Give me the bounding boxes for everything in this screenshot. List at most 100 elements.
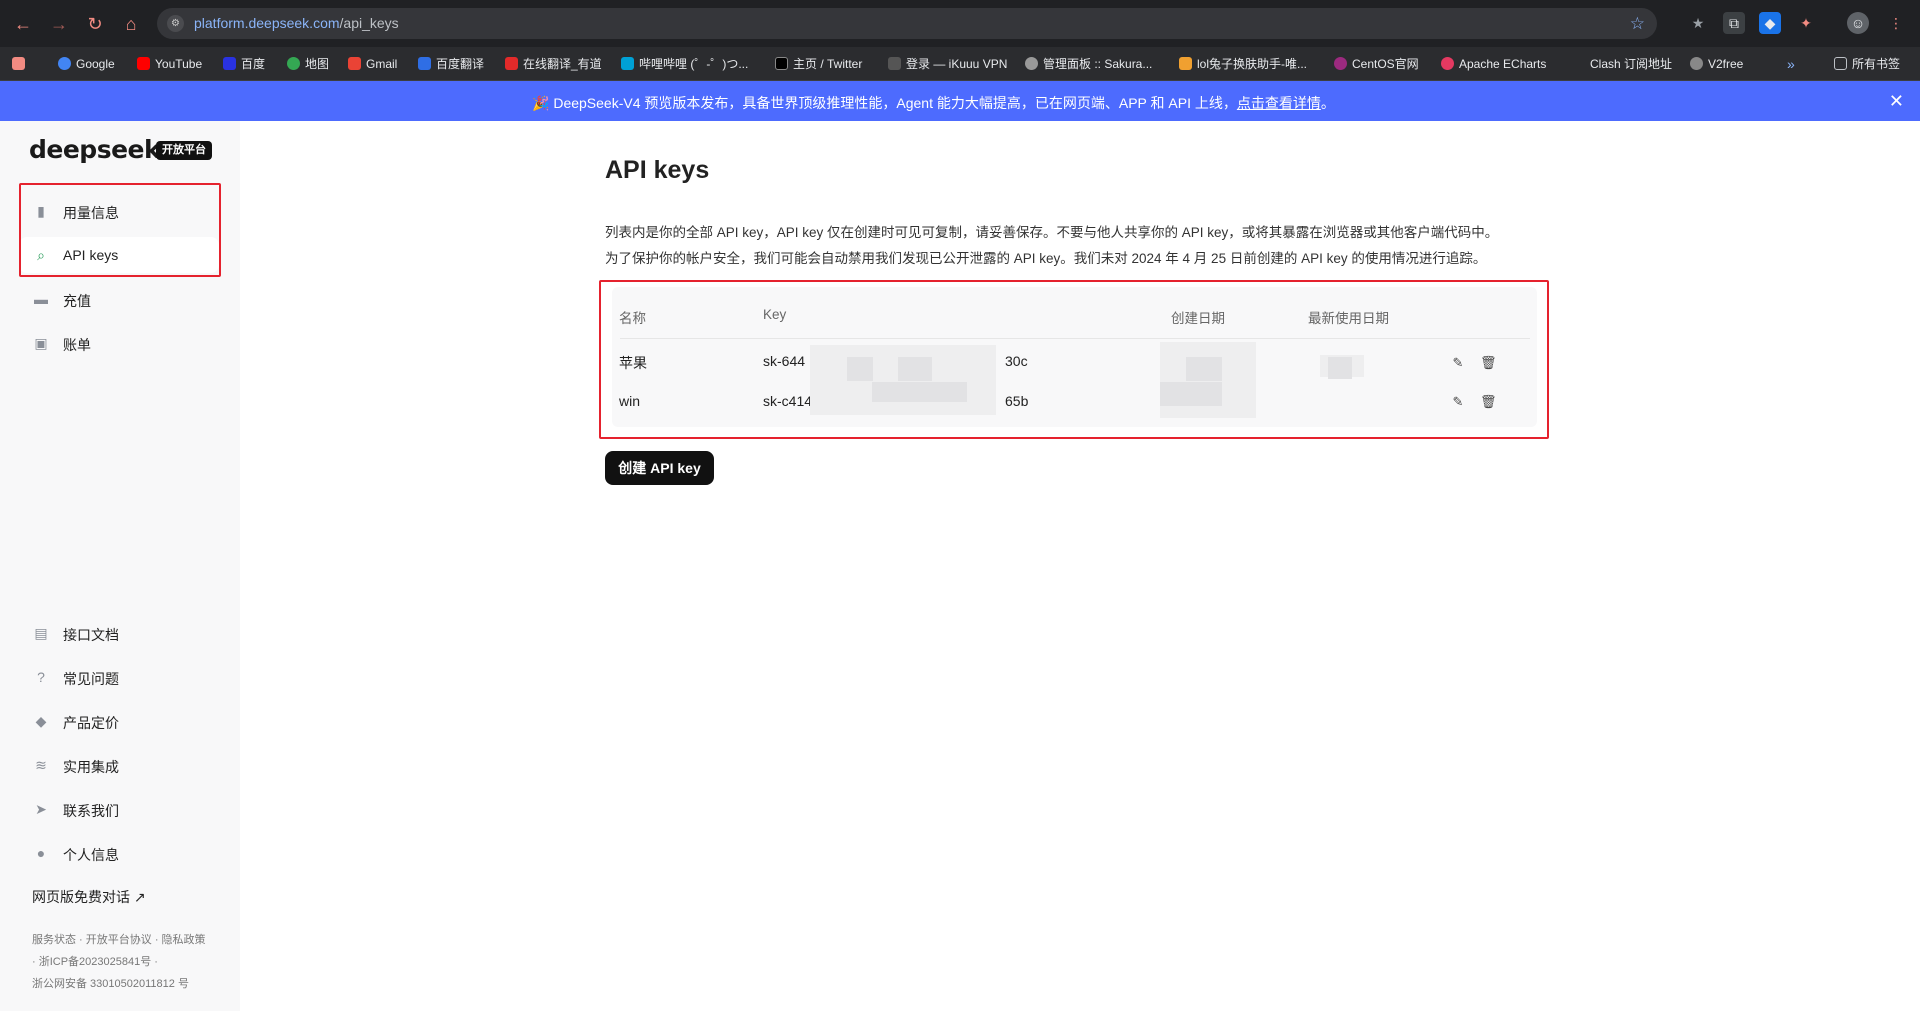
site-settings-icon[interactable]: ⚙ [167,15,184,32]
bookmark-bilibili[interactable]: 哔哩哔哩 (゜-゜)つ... [621,56,748,72]
bookmark-baidu-translate[interactable]: 百度翻译 [418,56,484,72]
announcement-banner: 🎉 DeepSeek-V4 预览版本发布，具备世界顶级推理性能，Agent 能力… [0,81,1920,121]
bookmark-label: 百度 [241,57,266,71]
user-icon: ● [36,845,46,861]
sidebar-footer: 服务状态 · 开放平台协议 · 隐私政策 · 浙ICP备2023025841号 … [32,929,227,995]
youtube-icon [137,57,150,70]
reload-icon[interactable]: ↻ [83,12,107,36]
bookmark-lol[interactable]: lol兔子换肤助手-唯... [1179,56,1307,72]
bookmark-baidu[interactable]: 百度 [223,56,265,72]
sidebar-item-faq[interactable]: ? 常见问题 [19,659,219,695]
url-text[interactable]: platform.deepseek.com/api_keys [194,15,399,31]
web-chat-link[interactable]: 网页版免费对话 ↗ [32,887,146,907]
bookmark-clash[interactable]: Clash 订阅地址 [1590,56,1672,72]
page-description: 列表内是你的全部 API key，API key 仅在创建时可见可复制，请妥善保… [605,220,1498,272]
puzzle-icon[interactable]: ✦ [1795,12,1817,34]
bookmark-sakura[interactable]: 管理面板 :: Sakura... [1025,56,1152,72]
rabbit-icon [1179,57,1192,70]
url-host: platform.deepseek.com [194,15,340,31]
create-api-key-button[interactable]: 创建 API key [605,451,714,485]
url-path: /api_keys [339,15,399,31]
vpn-icon [888,57,901,70]
sidebar-item-bill[interactable]: ▣ 账单 [19,325,219,361]
sidebar-item-pricing[interactable]: ◆ 产品定价 [19,703,219,739]
bookmark-label: 管理面板 :: Sakura... [1043,57,1153,71]
menu-icon[interactable]: ⋮ [1885,12,1907,34]
youdao-icon [505,57,518,70]
send-icon: ➤ [35,801,47,817]
sidebar-item-label: 实用集成 [63,759,119,775]
highlight-box-sidebar [19,183,221,277]
back-icon[interactable]: ← [11,12,35,36]
gmail-icon [348,57,361,70]
announcement-end: 。 [1320,95,1335,111]
all-bookmarks[interactable]: 所有书签 [1834,56,1900,72]
bookmark-label: Google [76,57,115,71]
all-bookmarks-label: 所有书签 [1852,57,1901,71]
close-icon[interactable]: ✕ [1889,91,1904,112]
bookmark-map[interactable]: 地图 [287,56,329,72]
sidebar-item-docs[interactable]: ▤ 接口文档 [19,615,219,651]
bookmark-google[interactable]: Google [58,56,115,72]
bookmark-label: 登录 — iKuuu VPN [906,57,1008,71]
bookmark-label: Apache ECharts [1459,57,1547,71]
extension-icon[interactable]: ⧉ [1723,12,1745,34]
footer-police[interactable]: 浙公网安备 33010502011812 号 [32,973,227,995]
more-bookmarks-icon[interactable]: » [1787,56,1795,72]
bookmark-label: 百度翻译 [436,57,485,71]
bookmark-label: YouTube [155,57,203,71]
forward-icon[interactable]: → [47,12,71,36]
announcement-icon: 🎉 [532,95,554,111]
sidebar-item-profile[interactable]: ● 个人信息 [19,835,219,871]
tag-icon: ◆ [35,713,47,729]
web-chat-label: 网页版免费对话 [32,889,130,905]
x-icon [775,57,788,70]
sidebar-item-label: 账单 [63,337,91,353]
announcement-link[interactable]: 点击查看详情 [1237,95,1321,111]
help-icon: ? [37,669,45,685]
baidu-icon [223,57,236,70]
bookmark-ikuuu[interactable]: 登录 — iKuuu VPN [888,56,1007,72]
footer-icp[interactable]: · 浙ICP备2023025841号 · [32,951,227,973]
bookmark-label: CentOS官网 [1352,57,1419,71]
bookmark-label: 主页 / Twitter [793,57,863,71]
bookmark-label: Gmail [366,57,398,71]
announcement-message: 🎉 DeepSeek-V4 预览版本发布，具备世界顶级推理性能，Agent 能力… [532,93,1335,113]
bookmarks-bar: Google YouTube 百度 地图 Gmail 百度翻译 在线翻译_有道 … [0,47,1920,81]
shield-extension-icon[interactable]: ◆ [1759,12,1781,34]
bookmark-label: 地图 [305,57,330,71]
bookmark-echarts[interactable]: Apache ECharts [1441,56,1546,72]
address-bar[interactable]: ⚙ platform.deepseek.com/api_keys ☆ [157,8,1657,39]
bookmark-star-icon[interactable]: ☆ [1630,14,1645,34]
bookmark-twitter[interactable]: 主页 / Twitter [775,56,862,72]
platform-badge: 开放平台 [156,141,212,160]
sidebar-item-label: 充值 [63,293,91,309]
folder-icon [1834,57,1847,70]
sidebar-item-label: 个人信息 [63,847,119,863]
sidebar-item-integrations[interactable]: ≋ 实用集成 [19,747,219,783]
telegram-icon [1690,57,1703,70]
bookmark-centos[interactable]: CentOS官网 [1334,56,1419,72]
bookmark-youdao[interactable]: 在线翻译_有道 [505,56,602,72]
star-icon[interactable]: ★ [1687,12,1709,34]
bookmark-label: Clash 订阅地址 [1590,57,1673,71]
external-link-icon: ↗ [133,889,146,905]
profile-avatar[interactable]: ☺ [1847,12,1869,34]
sidebar-item-label: 常见问题 [63,671,119,687]
bookmark-youtube[interactable]: YouTube [137,56,202,72]
footer-links[interactable]: 服务状态 · 开放平台协议 · 隐私政策 [32,929,227,951]
bookmark-gmail[interactable]: Gmail [348,56,397,72]
translate-icon [418,57,431,70]
sidebar-item-label: 接口文档 [63,627,119,643]
echarts-icon [1441,57,1454,70]
home-icon[interactable]: ⌂ [119,12,143,36]
sidebar-item-recharge[interactable]: ▬ 充值 [19,281,219,317]
map-pin-icon [287,57,300,70]
apps-grid-icon[interactable] [12,56,25,72]
sidebar-item-contact[interactable]: ➤ 联系我们 [19,791,219,827]
bookmark-label: 在线翻译_有道 [523,57,602,71]
bookmark-v2free[interactable]: V2free [1690,56,1743,72]
document-icon: ▤ [34,625,48,641]
browser-toolbar: ← → ↻ ⌂ ⚙ platform.deepseek.com/api_keys… [0,0,1920,47]
deepseek-logo[interactable]: deepseek [29,135,161,164]
